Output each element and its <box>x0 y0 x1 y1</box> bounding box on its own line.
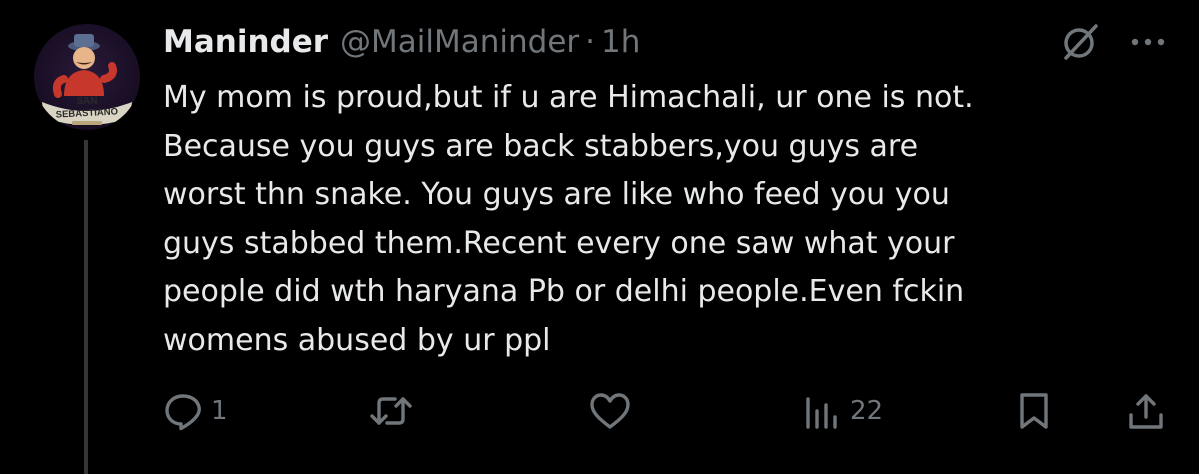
like-button[interactable] <box>588 388 640 434</box>
avatar[interactable]: SAN SEBASTIANO <box>34 24 140 130</box>
share-icon <box>1126 391 1166 431</box>
tweet-text-line: guys stabbed them.Recent every one saw w… <box>163 225 955 261</box>
retweet-icon <box>369 391 413 431</box>
more-icon[interactable] <box>1126 28 1170 56</box>
views-button[interactable]: 22 <box>802 388 883 434</box>
bookmark-button[interactable] <box>1016 388 1052 434</box>
tweet-timestamp[interactable]: 1h <box>601 24 640 60</box>
reply-button[interactable]: 1 <box>163 388 228 434</box>
tweet-text-line: My mom is proud,but if u are Himachali, … <box>163 80 974 115</box>
tweet-actions: 1 22 <box>0 388 1199 434</box>
tweet[interactable]: SAN SEBASTIANO Maninder @MailManinder · … <box>0 0 1199 474</box>
tweet-text-line: people did wth haryana Pb or delhi peopl… <box>163 274 965 309</box>
author-display-name[interactable]: Maninder <box>163 24 328 60</box>
tweet-text-line: worst thn snake. You guys are like who f… <box>163 177 950 212</box>
header-separator: · <box>585 24 596 60</box>
tweet-text-line: Because you guys are back stabbers,you g… <box>163 128 919 164</box>
tweet-text-line: womens abused by ur ppl <box>163 322 551 358</box>
heart-icon <box>588 391 632 431</box>
reply-icon <box>163 391 203 431</box>
grok-icon[interactable] <box>1058 22 1104 62</box>
views-count: 22 <box>850 396 884 426</box>
tweet-header: Maninder @MailManinder · 1h <box>163 20 640 64</box>
retweet-button[interactable] <box>369 388 421 434</box>
bookmark-icon <box>1016 391 1052 431</box>
share-button[interactable] <box>1126 388 1166 434</box>
reply-count: 1 <box>211 396 228 426</box>
avatar-text-line1: SAN <box>76 96 97 107</box>
tweet-text: My mom is proud,but if u are Himachali, … <box>163 74 1173 365</box>
views-icon <box>802 391 842 431</box>
author-handle[interactable]: @MailManinder <box>340 24 579 60</box>
avatar-illustration: SAN SEBASTIANO <box>42 34 132 125</box>
